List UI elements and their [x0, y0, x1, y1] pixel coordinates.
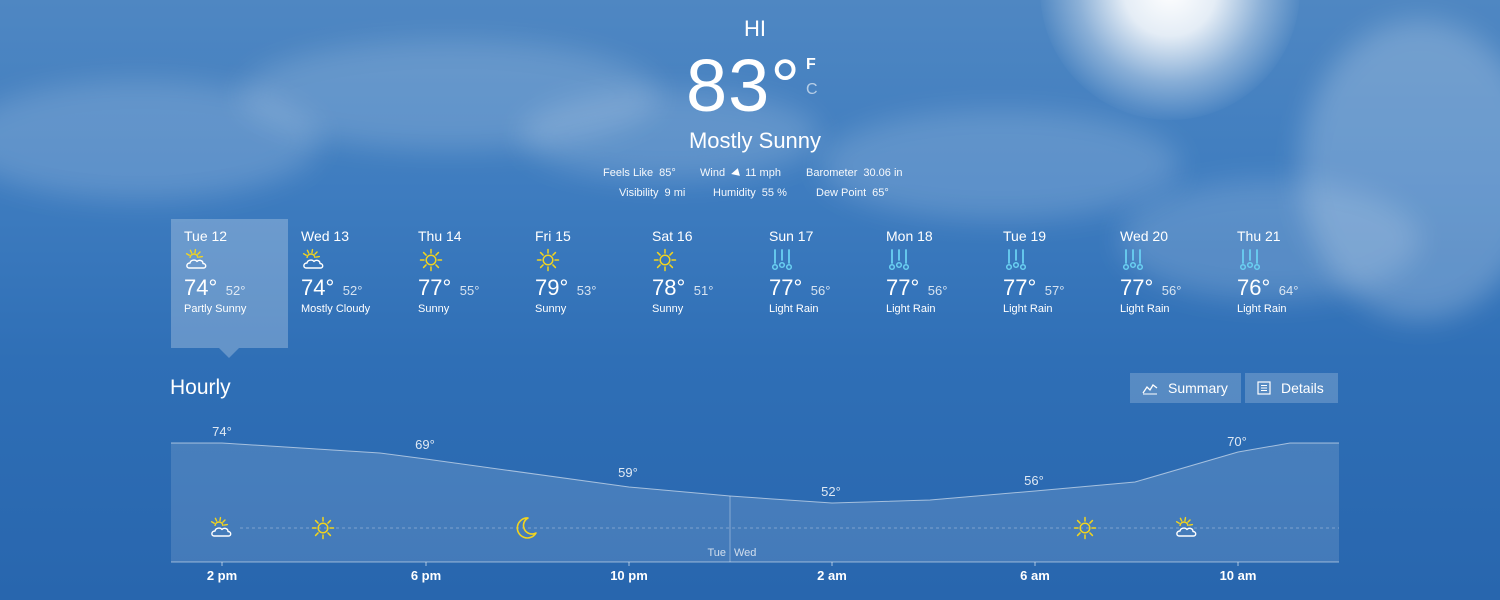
day-label-right: Wed — [734, 547, 756, 559]
hourly-temp-label: 52° — [821, 484, 841, 499]
hourly-time-label: 6 pm — [410, 568, 442, 583]
hourly-temp-label: 56° — [1024, 473, 1044, 488]
temperature-area — [171, 443, 1339, 562]
hourly-time-label: 6 am — [1020, 568, 1050, 583]
hourly-time-label: 10 pm — [610, 568, 648, 583]
hourly-temp-label: 70° — [1227, 434, 1247, 449]
hourly-time-label: 10 am — [1219, 568, 1257, 583]
hourly-time-label: 2 am — [817, 568, 847, 583]
hourly-temp-label: 59° — [618, 465, 638, 480]
hourly-temperature-chart: 74° 69° 59° 52° 56° 70° Tue Wed — [171, 424, 1339, 566]
hourly-time-label: 2 pm — [206, 568, 238, 583]
day-label-left: Tue — [707, 547, 726, 559]
hourly-temp-label: 69° — [415, 437, 435, 452]
hourly-temp-label: 74° — [212, 424, 232, 439]
